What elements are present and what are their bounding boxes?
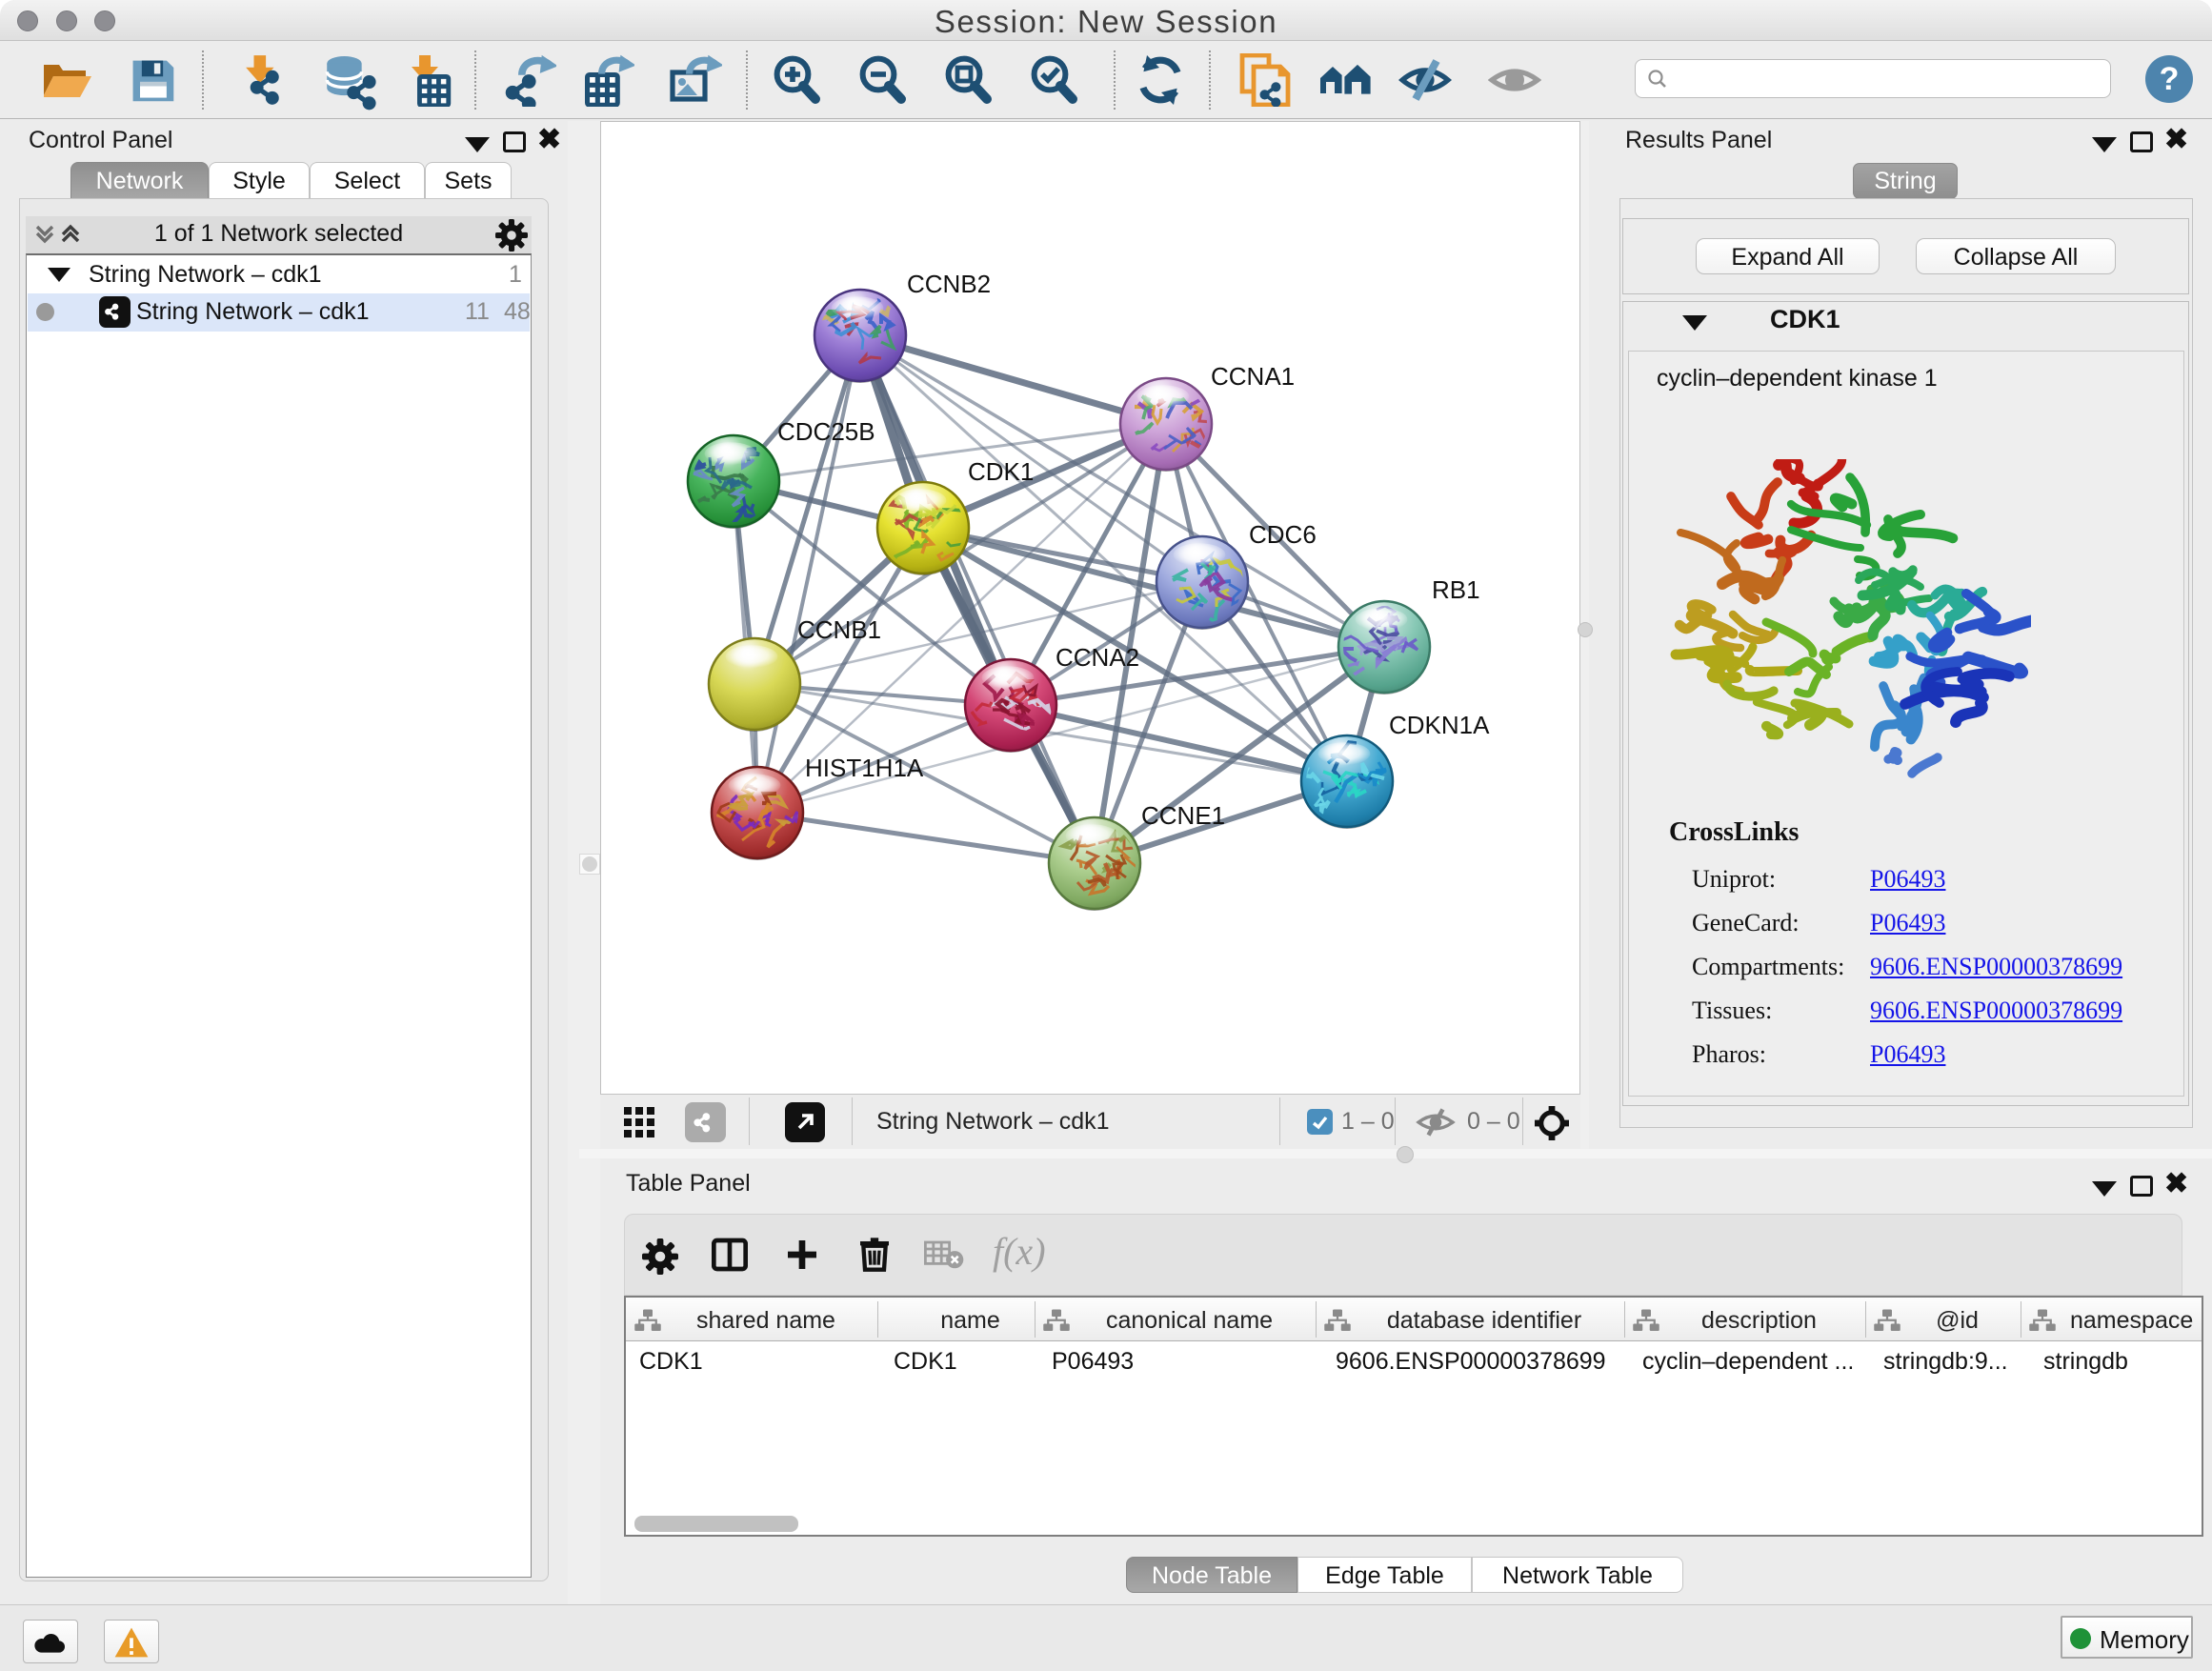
- svg-text:CDKN1A: CDKN1A: [1389, 711, 1490, 739]
- svg-text:CCNA2: CCNA2: [1056, 643, 1139, 672]
- svg-text:CCNB2: CCNB2: [907, 270, 991, 298]
- svg-text:HIST1H1A: HIST1H1A: [805, 754, 924, 782]
- svg-text:CDC25B: CDC25B: [777, 417, 875, 446]
- svg-text:CCNE1: CCNE1: [1141, 801, 1225, 830]
- svg-text:CCNB1: CCNB1: [797, 615, 881, 644]
- svg-text:RB1: RB1: [1432, 575, 1480, 604]
- svg-text:CDK1: CDK1: [968, 457, 1034, 486]
- svg-text:CCNA1: CCNA1: [1211, 362, 1295, 391]
- svg-text:CDC6: CDC6: [1249, 520, 1317, 549]
